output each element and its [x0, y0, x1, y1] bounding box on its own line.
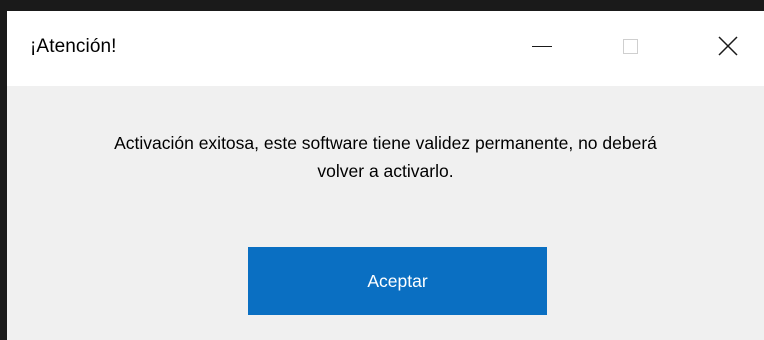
minimize-icon — [532, 45, 552, 47]
message-line-2: volver a activarlo. — [317, 161, 454, 181]
window-title: ¡Atención! — [30, 36, 117, 57]
minimize-button[interactable] — [507, 11, 577, 81]
maximize-icon — [622, 38, 638, 54]
message-line-1: Activación exitosa, este software tiene … — [114, 133, 657, 153]
maximize-button — [595, 11, 665, 81]
title-bar[interactable]: ¡Atención! — [7, 11, 764, 86]
dialog-window: ¡Atención! Activación exitosa, este soft… — [7, 11, 764, 340]
close-button[interactable] — [692, 11, 764, 81]
close-icon — [718, 36, 738, 56]
dialog-message: Activación exitosa, este software tiene … — [7, 129, 764, 185]
accept-button[interactable]: Aceptar — [248, 247, 547, 315]
